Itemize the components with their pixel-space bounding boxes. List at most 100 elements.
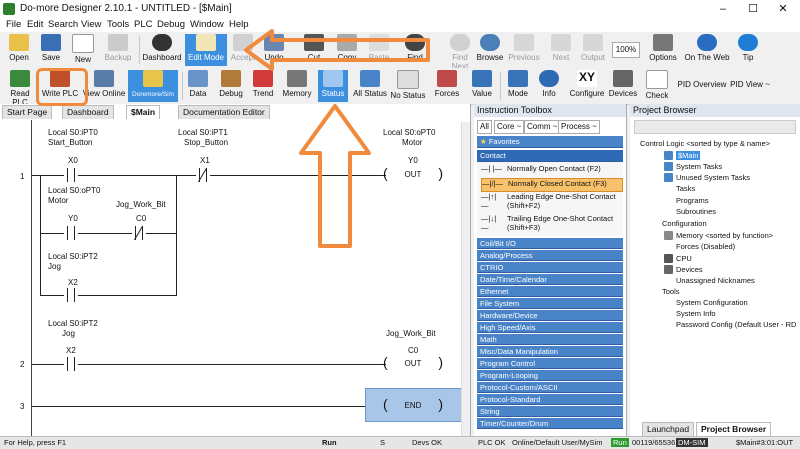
read-plc-button[interactable]: Read PLC [2,70,38,107]
out-coil-c0[interactable]: (OUT) [383,354,443,372]
category-item[interactable]: CTRIO [477,262,623,273]
accept-button[interactable]: Accept [229,34,257,66]
no-contact-x0[interactable] [64,168,78,182]
tree-main[interactable]: $Main [676,151,701,160]
info-button[interactable]: Info [538,70,560,102]
cut-button[interactable]: Cut [300,34,328,66]
tip-button[interactable]: Tip [736,34,760,66]
undo-button[interactable]: Undo [260,34,288,66]
next-button[interactable]: Next [548,34,574,66]
tab-launchpad[interactable]: Launchpad [642,422,695,436]
nc-contact-c0[interactable] [132,225,146,241]
tree-memory[interactable]: Memory <sorted by function> [676,231,773,240]
copy-button[interactable]: Copy [333,34,361,66]
category-item[interactable]: Coil/Bit I/O [477,238,623,249]
menu-file[interactable]: File [6,19,21,30]
tool-trailing-edge-contact[interactable]: —|↓|— Trailing Edge One-Shot Contact (Shi… [481,214,621,236]
ladder-vertical-scrollbar[interactable] [461,122,470,436]
all-status-button[interactable]: All Status [352,70,388,102]
category-favorites[interactable]: ★ Favorites [477,136,623,148]
paste-button[interactable]: Paste [365,34,393,66]
menu-help[interactable]: Help [229,19,249,30]
tree-tasks[interactable]: Tasks [676,184,695,193]
menu-debug[interactable]: Debug [157,19,185,30]
category-item[interactable]: String [477,406,623,417]
backup-button[interactable]: Backup [100,34,136,66]
category-item[interactable]: Math [477,334,623,345]
no-contact-y0[interactable] [64,226,78,240]
menu-view[interactable]: View [81,19,101,30]
category-item[interactable]: Program-Looping [477,370,623,381]
open-button[interactable]: Open [4,34,34,66]
category-item[interactable]: Hardware/Device [477,310,623,321]
debug-button[interactable]: Debug [218,70,244,102]
filter-all[interactable]: All [477,120,492,134]
tree-unused-system-tasks[interactable]: Unused System Tasks [676,173,750,182]
tool-normally-open-contact[interactable]: —| |— Normally Open Contact (F2) [481,164,621,176]
category-item[interactable]: Analog/Process [477,250,623,261]
options-button[interactable]: Options [646,34,680,66]
tree-configuration[interactable]: Configuration [662,219,707,228]
tab-main[interactable]: $Main [126,105,161,119]
mode-button[interactable]: Mode [505,70,531,102]
nc-contact-x1[interactable] [196,167,210,183]
category-item[interactable]: Program Control [477,358,623,369]
category-contact[interactable]: Contact [477,150,623,162]
no-contact-x2[interactable] [64,288,78,302]
devices-button[interactable]: Devices [608,70,638,102]
memory-button[interactable]: Memory [281,70,313,102]
zoom-select[interactable]: 100% [612,42,640,58]
category-item[interactable]: Misc/Data Manipulation [477,346,623,357]
previous-button[interactable]: Previous [507,34,541,66]
view-online-button[interactable]: View Online [82,70,126,102]
menu-plc[interactable]: PLC [134,19,152,30]
category-item[interactable]: High Speed/Axis [477,322,623,333]
status-button[interactable]: Status [318,70,348,102]
find-button[interactable]: Find [401,34,429,66]
filter-core[interactable]: Core ~ [494,120,525,134]
data-button[interactable]: Data [186,70,210,102]
tree-forces[interactable]: Forces (Disabled) [676,242,735,251]
close-button[interactable]: ✕ [768,0,798,18]
tab-documentation-editor[interactable]: Documentation Editor [178,105,270,119]
filter-comm[interactable]: Comm ~ [524,120,561,134]
menu-tools[interactable]: Tools [107,19,129,30]
tree-tools[interactable]: Tools [662,287,680,296]
tool-normally-closed-contact[interactable]: —|/|— Normally Closed Contact (F3) [481,178,623,192]
value-button[interactable]: Value [470,70,494,102]
category-item[interactable]: Date/Time/Calendar [477,274,623,285]
new-button[interactable]: New [68,34,98,66]
tree-subroutines[interactable]: Subroutines [676,207,716,216]
output-button[interactable]: Output [578,34,608,66]
no-contact-x2[interactable] [64,357,78,371]
tree-system-tasks[interactable]: System Tasks [676,162,722,171]
tree-password-config[interactable]: Password Config (Default User - RD W [676,320,798,329]
tree-programs[interactable]: Programs [676,196,709,205]
tab-project-browser[interactable]: Project Browser [696,422,772,436]
category-item[interactable]: Ethernet [477,286,623,297]
tree-cpu[interactable]: CPU [676,254,692,263]
tree-unassigned-nicknames[interactable]: Unassigned Nicknames [676,276,755,285]
trend-button[interactable]: Trend [250,70,276,102]
category-item[interactable]: File System [477,298,623,309]
on-the-web-button[interactable]: On The Web [684,34,730,66]
menu-edit[interactable]: Edit [27,19,43,30]
category-item[interactable]: Timer/Counter/Drum [477,418,623,429]
domore-sim-button[interactable]: Doremore/Sim [128,70,178,102]
forces-button[interactable]: Forces [434,70,460,102]
configure-button[interactable]: XY Configure [568,70,606,102]
menu-window[interactable]: Window [190,19,224,30]
dashboard-button[interactable]: Dashboard [142,34,182,66]
check-button[interactable]: Check [644,70,670,102]
end-instruction[interactable]: (END) [383,396,443,414]
tree-devices[interactable]: Devices [676,265,703,274]
edit-mode-button[interactable]: Edit Mode [185,34,227,66]
browse-button[interactable]: Browse [476,34,504,66]
tree-system-configuration[interactable]: System Configuration [676,298,748,307]
tree-control-logic[interactable]: Control Logic <sorted by type & name> [640,139,770,148]
maximize-button[interactable]: ☐ [738,0,768,18]
tab-dashboard[interactable]: Dashboard [62,105,114,119]
find-next-button[interactable]: Find Next [444,34,476,71]
minimize-button[interactable]: – [708,0,738,18]
category-item[interactable]: Protocol-Custom/ASCII [477,382,623,393]
